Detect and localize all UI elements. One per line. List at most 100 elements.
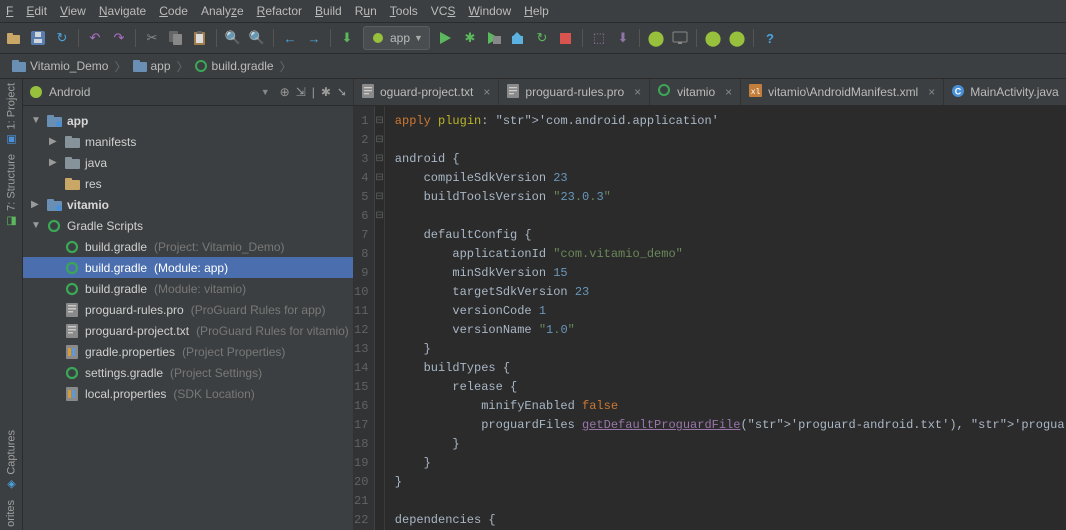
separator <box>135 29 136 47</box>
source-code[interactable]: apply plugin: "str">'com.android.applica… <box>385 106 1066 530</box>
tree-node[interactable]: build.gradle (Module: vitamio) <box>23 278 353 299</box>
monitor-icon[interactable] <box>672 30 688 46</box>
hide-icon[interactable]: ➘ <box>337 85 347 99</box>
run-config-label: app <box>390 31 410 45</box>
profile-icon[interactable]: ↻ <box>534 30 550 46</box>
editor-tab[interactable]: proguard-rules.pro× <box>499 79 650 105</box>
tree-node[interactable]: proguard-project.txt (ProGuard Rules for… <box>23 320 353 341</box>
divider-icon: | <box>312 85 315 99</box>
tree-node[interactable]: settings.gradle (Project Settings) <box>23 362 353 383</box>
tree-hint: (Module: app) <box>154 261 228 275</box>
breadcrumb-module[interactable]: app <box>127 59 177 73</box>
debug-icon[interactable]: ✱ <box>462 30 478 46</box>
tree-node[interactable]: ▶manifests <box>23 131 353 152</box>
separator <box>273 29 274 47</box>
tree-node[interactable]: proguard-rules.pro (ProGuard Rules for a… <box>23 299 353 320</box>
stop-icon[interactable] <box>558 30 574 46</box>
menu-navigate[interactable]: Navigate <box>99 4 146 18</box>
breadcrumb-file[interactable]: build.gradle <box>189 59 280 73</box>
gradle-sync-icon[interactable]: ⬤ <box>705 30 721 46</box>
target-icon[interactable]: ⊕ <box>280 85 290 99</box>
tree-node[interactable]: gradle.properties (Project Properties) <box>23 341 353 362</box>
module-icon <box>133 60 147 72</box>
menu-window[interactable]: Window <box>468 4 511 18</box>
run-icon[interactable] <box>438 30 454 46</box>
editor-tab[interactable]: oguard-project.txt× <box>354 79 499 105</box>
close-icon[interactable]: × <box>928 85 935 99</box>
fold-gutter[interactable]: ⊟⊟⊟⊟⊟⊟ <box>375 106 384 530</box>
tree-label: Gradle Scripts <box>67 219 143 233</box>
menu-vcs[interactable]: VCS <box>431 4 456 18</box>
close-icon[interactable]: × <box>634 85 641 99</box>
tool-structure[interactable]: ◧7: Structure <box>5 154 18 228</box>
ddms-icon[interactable]: ⬤ <box>648 30 664 46</box>
tree-label: gradle.properties <box>85 345 175 359</box>
tree-node[interactable]: build.gradle (Module: app) <box>23 257 353 278</box>
menu-tools[interactable]: Tools <box>390 4 418 18</box>
tree-node[interactable]: ▶java <box>23 152 353 173</box>
project-tree[interactable]: ▼app▶manifests▶javares▶vitamio ▼ Gradle Sc… <box>23 106 353 530</box>
editor-tab[interactable]: CMainActivity.java× <box>944 79 1066 105</box>
android-icon <box>29 85 43 99</box>
tool-captures[interactable]: ◈Captures <box>5 430 18 492</box>
menu-code[interactable]: Code <box>159 4 188 18</box>
back-icon[interactable]: ← <box>282 30 298 46</box>
view-selector[interactable]: Android ▼ <box>29 85 280 99</box>
copy-icon[interactable] <box>168 30 184 46</box>
separator <box>78 29 79 47</box>
tree-node[interactable]: local.properties (SDK Location) <box>23 383 353 404</box>
forward-icon[interactable]: → <box>306 30 322 46</box>
tree-arrow-icon[interactable]: ▼ <box>31 115 41 126</box>
menu-view[interactable]: View <box>60 4 86 18</box>
find-icon[interactable]: 🔍 <box>225 30 241 46</box>
tree-node[interactable]: ▼ Gradle Scripts <box>23 215 353 236</box>
menu-build[interactable]: Build <box>315 4 342 18</box>
tree-arrow-icon[interactable]: ▼ <box>31 220 41 231</box>
paste-icon[interactable] <box>192 30 208 46</box>
breadcrumb-root[interactable]: Vitamio_Demo <box>6 59 114 73</box>
sync-icon[interactable]: ↻ <box>54 30 70 46</box>
menu-help[interactable]: Help <box>524 4 549 18</box>
menu-refactor[interactable]: Refactor <box>257 4 302 18</box>
sdk-icon[interactable]: ⬇ <box>615 30 631 46</box>
run-config-combo[interactable]: app ▼ <box>363 26 430 50</box>
folder-icon <box>12 60 26 72</box>
gear-icon[interactable]: ✱ <box>321 85 331 99</box>
close-icon[interactable]: × <box>725 85 732 99</box>
avd-icon[interactable]: ⬚ <box>591 30 607 46</box>
undo-icon[interactable]: ↶ <box>87 30 103 46</box>
cut-icon[interactable]: ✂ <box>144 30 160 46</box>
menu-analyze[interactable]: Analyze <box>201 4 244 18</box>
replace-icon[interactable]: 🔍 <box>249 30 265 46</box>
menu-edit[interactable]: Edit <box>26 4 47 18</box>
breadcrumb-label: app <box>151 59 171 73</box>
tree-label: proguard-project.txt <box>85 324 189 338</box>
save-icon[interactable] <box>30 30 46 46</box>
android-icon[interactable]: ⬤ <box>729 30 745 46</box>
editor-tab[interactable]: xlvitamio\AndroidManifest.xml× <box>741 79 944 105</box>
tree-node[interactable]: res <box>23 173 353 194</box>
run-with-coverage-icon[interactable] <box>486 30 502 46</box>
attach-icon[interactable] <box>510 30 526 46</box>
gradle-file-icon <box>195 60 208 73</box>
tool-favorites[interactable]: orites <box>5 500 17 527</box>
tree-node[interactable]: build.gradle (Project: Vitamio_Demo) <box>23 236 353 257</box>
open-icon[interactable] <box>6 30 22 46</box>
tree-arrow-icon[interactable]: ▶ <box>31 199 41 210</box>
tree-node[interactable]: ▶vitamio <box>23 194 353 215</box>
tree-hint: (Module: vitamio) <box>154 282 246 296</box>
redo-icon[interactable]: ↷ <box>111 30 127 46</box>
code-editor[interactable]: 12345678910111213141516171819202122 ⊟⊟⊟⊟… <box>354 106 1066 530</box>
menu-file[interactable]: F <box>6 4 13 18</box>
close-icon[interactable]: × <box>483 85 490 99</box>
make-icon[interactable]: ⬇ <box>339 30 355 46</box>
tree-arrow-icon[interactable]: ▶ <box>49 157 59 168</box>
help-icon[interactable]: ? <box>762 30 778 46</box>
tree-arrow-icon[interactable]: ▶ <box>49 136 59 147</box>
tab-label: vitamio\AndroidManifest.xml <box>768 85 918 99</box>
editor-tab[interactable]: vitamio× <box>650 79 741 105</box>
tool-project[interactable]: ▣1: Project <box>5 83 18 146</box>
collapse-icon[interactable]: ⇲ <box>296 85 306 99</box>
menu-run[interactable]: Run <box>355 4 377 18</box>
tree-node[interactable]: ▼app <box>23 110 353 131</box>
